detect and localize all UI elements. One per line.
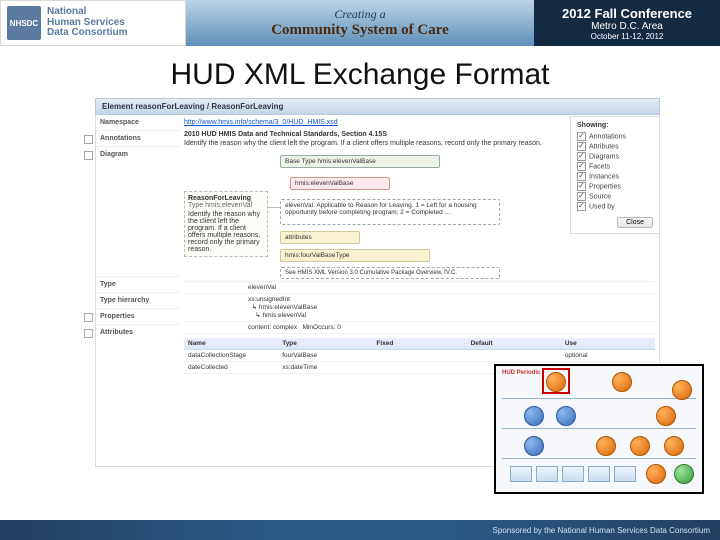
node-icon [524, 406, 544, 426]
logo-mark: NHSDC [7, 6, 41, 40]
label-attributes: Attributes [96, 324, 180, 340]
checkbox-icon[interactable] [577, 152, 586, 161]
node-icon [596, 436, 616, 456]
close-button[interactable]: Close [617, 217, 653, 228]
table-header: NameTypeFixedDefaultUse [184, 338, 655, 350]
type-table: elevenVal xs:unsignedInt ↳ hmis:elevenVa… [184, 281, 655, 334]
node-icon [672, 380, 692, 400]
node-icon [646, 464, 666, 484]
node-icon [664, 436, 684, 456]
conference-info: 2012 Fall Conference Metro D.C. Area Oct… [534, 0, 720, 46]
inset-label: HUD Periodic [502, 370, 540, 376]
collapse-icon[interactable] [84, 135, 93, 144]
checkbox-icon[interactable] [577, 132, 586, 141]
connector-line [268, 207, 280, 208]
showing-opt[interactable]: Instances [577, 172, 653, 181]
shelf-line [502, 458, 696, 459]
node-icon [546, 372, 566, 392]
shelf-line [502, 398, 696, 399]
slide-title: HUD XML Exchange Format [0, 46, 720, 98]
label-type: Type [96, 276, 180, 292]
label-type-hierarchy: Type hierarchy [96, 292, 180, 308]
box-icon [562, 466, 584, 482]
diagram-desc-box: elevenVal: Applicable to Reason for Leav… [280, 199, 500, 225]
table-row: dataCollectionStagefourValBaseoptional [184, 350, 655, 362]
label-properties: Properties [96, 308, 180, 324]
diagram-enum-box: hmis:fourValBaseType [280, 249, 430, 262]
slide-footer: Sponsored by the National Human Services… [0, 520, 720, 540]
diagram-source-box: ReasonForLeaving Type hmis:elevenVal Ide… [184, 191, 268, 257]
node-icon [524, 436, 544, 456]
properties-value: content: complex MinOccurs: 0 [248, 324, 655, 331]
node-icon [556, 406, 576, 426]
showing-opt[interactable]: Annotations [577, 132, 653, 141]
checkbox-icon[interactable] [577, 162, 586, 171]
system-diagram-inset: HUD Periodic [494, 364, 704, 494]
org-logo: NHSDC National Human Services Data Conso… [0, 0, 186, 46]
shelf-line [502, 428, 696, 429]
checkbox-icon[interactable] [577, 192, 586, 201]
diagram-attributes-box: attributes [280, 231, 360, 244]
banner-tagline: Creating a Community System of Care [186, 0, 534, 46]
checkbox-icon[interactable] [577, 202, 586, 211]
box-icon [510, 466, 532, 482]
box-icon [536, 466, 558, 482]
showing-opt[interactable]: Facets [577, 162, 653, 171]
collapse-icon[interactable] [84, 151, 93, 160]
conference-banner: NHSDC National Human Services Data Conso… [0, 0, 720, 46]
collapse-icon[interactable] [84, 313, 93, 322]
diagram-note-box: See HMIS XML Version 3.0 Cumulative Pack… [280, 267, 500, 279]
showing-opt[interactable]: Used by [577, 202, 653, 211]
node-icon [656, 406, 676, 426]
label-namespace: Namespace [96, 115, 180, 130]
node-icon [674, 464, 694, 484]
checkbox-icon[interactable] [577, 172, 586, 181]
checkbox-icon[interactable] [577, 142, 586, 151]
type-value: elevenVal [248, 284, 655, 291]
showing-opt[interactable]: Properties [577, 182, 653, 191]
node-icon [630, 436, 650, 456]
diagram-selected-box: hmis:elevenValBase [290, 177, 390, 190]
label-diagram: Diagram [96, 146, 180, 276]
showing-title: Showing: [577, 122, 653, 129]
box-icon [614, 466, 636, 482]
showing-panel: Showing: Annotations Attributes Diagrams… [570, 116, 660, 234]
element-heading: Element reasonForLeaving / ReasonForLeav… [95, 98, 660, 115]
label-annotations: Annotations [96, 130, 180, 146]
showing-opt[interactable]: Diagrams [577, 152, 653, 161]
showing-opt[interactable]: Attributes [577, 142, 653, 151]
checkbox-icon[interactable] [577, 182, 586, 191]
showing-opt[interactable]: Source [577, 192, 653, 201]
type-hierarchy-value: xs:unsignedInt ↳ hmis:elevenValBase ↳ hm… [248, 296, 655, 319]
diagram-base-box: Base Type hmis:elevenValBase [280, 155, 440, 168]
box-icon [588, 466, 610, 482]
org-name: National Human Services Data Consortium [47, 7, 128, 39]
row-labels: Namespace Annotations Diagram Type Type … [96, 115, 180, 466]
collapse-icon[interactable] [84, 329, 93, 338]
node-icon [612, 372, 632, 392]
